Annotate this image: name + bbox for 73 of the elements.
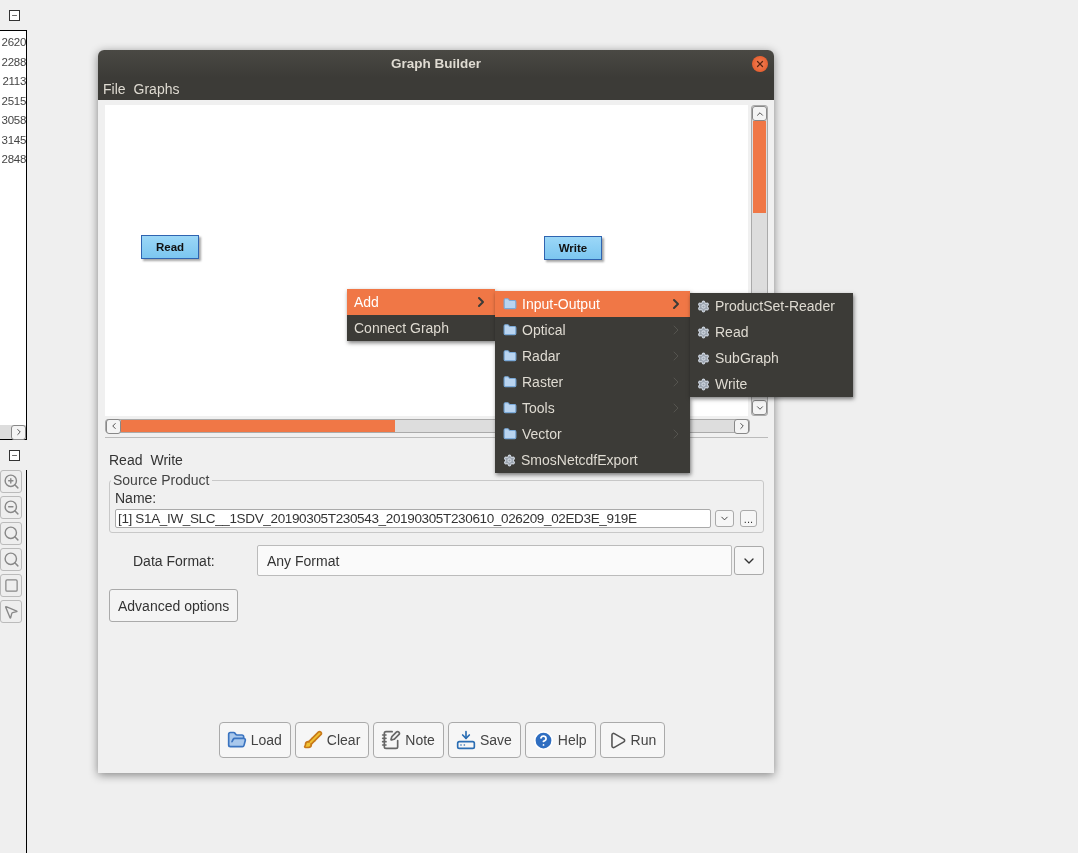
menu-item[interactable]: Optical — [495, 317, 690, 343]
help-icon — [532, 729, 554, 751]
run-button[interactable]: Run — [599, 722, 666, 758]
gear-icon — [697, 351, 710, 365]
gear-icon — [697, 377, 710, 391]
advanced-options-button[interactable]: Advanced options — [109, 589, 239, 622]
notepad-icon — [381, 730, 402, 750]
menu-item[interactable]: Connect Graph — [347, 315, 495, 341]
broom-icon — [302, 730, 323, 750]
tool-button[interactable] — [0, 522, 22, 545]
gear-icon — [697, 299, 710, 313]
group-title: Source Product — [112, 472, 211, 488]
folder-icon — [503, 375, 517, 389]
menu-item[interactable]: SmosNetcdfExport — [495, 447, 690, 473]
graph-node[interactable]: Write — [544, 236, 602, 260]
menu-item[interactable]: Radar — [495, 343, 690, 369]
list-value: 2288 — [1, 54, 26, 70]
menu-item[interactable]: Raster — [495, 369, 690, 395]
dropdown-button[interactable] — [714, 510, 734, 527]
square-icon — [3, 578, 19, 593]
tool-button[interactable] — [0, 548, 22, 571]
pointer-icon — [3, 603, 19, 620]
product-combo-field[interactable]: [1] S1A_IW_SLC__1SDV_20190305T230543_20190305T230610_026209_02ED3E_919E — [115, 509, 711, 528]
gear-icon — [697, 325, 710, 339]
folder-icon — [503, 401, 517, 415]
folder-icon — [503, 323, 517, 337]
menu-item[interactable]: Graphs — [133, 80, 180, 97]
help-button[interactable]: Help — [524, 722, 596, 758]
folder-icon — [226, 730, 247, 750]
list-value: 2620 — [1, 35, 26, 50]
clear-button[interactable]: Clear — [294, 722, 370, 758]
folder-icon — [503, 427, 517, 441]
magnifier-icon — [2, 525, 20, 542]
tool-button[interactable] — [0, 574, 22, 597]
dropdown-button[interactable] — [734, 546, 764, 575]
tool-button[interactable] — [0, 496, 22, 519]
scroll-thumb[interactable] — [753, 121, 766, 213]
list-value: 2848 — [1, 152, 26, 167]
scroll-right-button[interactable] — [734, 418, 749, 434]
gear-icon — [503, 453, 516, 467]
list-value: 2515 — [1, 93, 26, 109]
folder-icon — [503, 297, 517, 311]
tool-button[interactable] — [0, 470, 22, 493]
close-icon — [755, 58, 765, 69]
zoom-out-icon — [2, 499, 20, 516]
menu-item[interactable]: File — [103, 80, 126, 97]
browse-button[interactable]: ... — [739, 510, 757, 527]
note-button[interactable]: Note — [373, 722, 444, 758]
scroll-down-button[interactable] — [752, 400, 767, 415]
tool-button[interactable] — [0, 600, 22, 623]
name-label: Name: — [115, 490, 158, 506]
close-button[interactable] — [752, 55, 768, 72]
folder-icon — [503, 349, 517, 363]
minimize-icon[interactable] — [9, 9, 20, 21]
data-format-field[interactable]: Any Format — [257, 545, 732, 576]
graph-node[interactable]: Read — [141, 235, 199, 259]
save-button[interactable]: Save — [447, 722, 521, 758]
load-button[interactable]: Load — [218, 722, 291, 758]
zoom-in-icon — [2, 473, 20, 490]
scroll-left-button[interactable] — [106, 418, 121, 434]
scroll-thumb[interactable] — [121, 420, 395, 432]
window-title: Graph Builder — [390, 56, 482, 71]
node-tab[interactable]: Read — [109, 452, 143, 468]
list-value: 3058 — [1, 113, 26, 128]
save-icon — [455, 730, 476, 750]
scroll-up-button[interactable] — [752, 106, 767, 121]
menu-item[interactable]: Vector — [495, 421, 690, 447]
list-value: 2113 — [2, 74, 26, 89]
magnifier-icon — [2, 551, 20, 568]
node-tab[interactable]: Write — [150, 452, 183, 468]
data-format-label: Data Format: — [133, 552, 216, 569]
list-value: 3145 — [1, 132, 26, 148]
minimize-icon[interactable] — [9, 449, 20, 461]
